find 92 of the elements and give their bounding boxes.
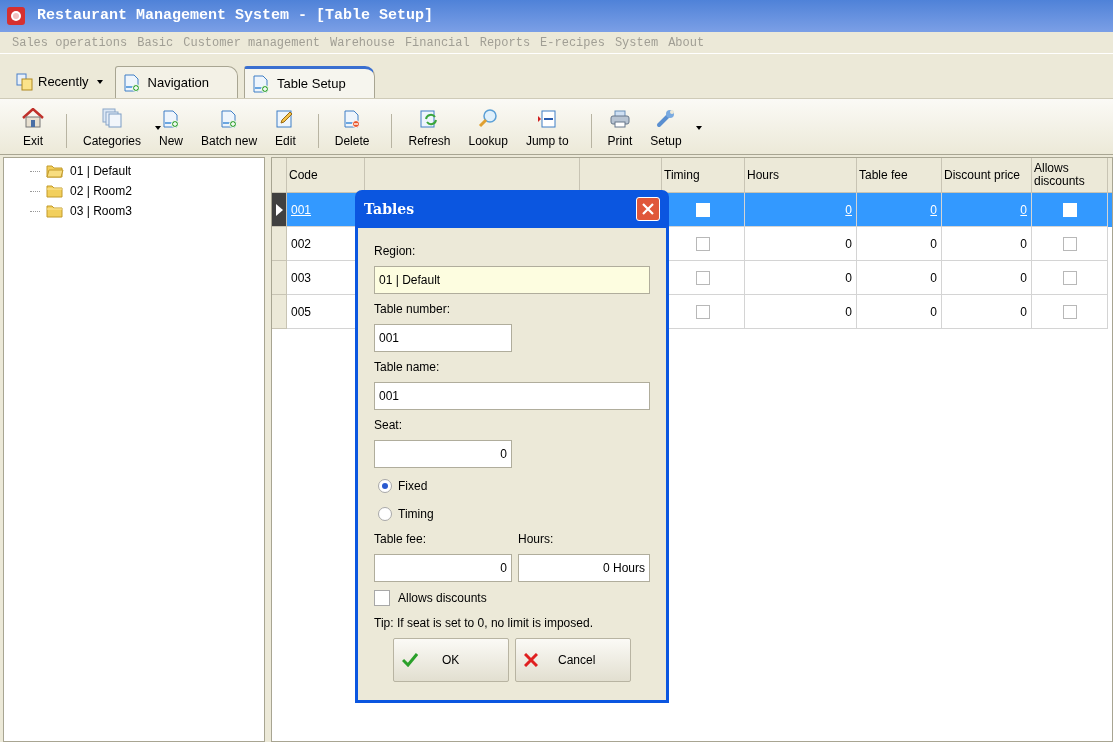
recently-button[interactable]: Recently — [16, 68, 103, 96]
row-pointer-icon — [275, 203, 283, 216]
toolbar-button[interactable]: Refresh — [402, 110, 457, 150]
tree-item[interactable]: 03 | Room3 — [30, 202, 264, 220]
field-label: Table number: — [374, 301, 452, 318]
table-cell-text: 0 — [930, 201, 937, 219]
tree-item[interactable]: 01 | Default — [30, 162, 264, 180]
checkbox[interactable] — [1062, 236, 1077, 251]
checkbox[interactable] — [696, 304, 710, 319]
toolbar-button[interactable]: Print — [601, 110, 639, 150]
close-button[interactable] — [636, 197, 660, 221]
document-icon — [163, 110, 180, 128]
table-cell-text: 003 — [291, 269, 312, 287]
checkbox[interactable] — [1062, 270, 1077, 285]
close-icon — [524, 653, 538, 667]
field-label: Table name: — [374, 359, 441, 376]
table-cell-text: 0 — [1020, 303, 1027, 321]
input-field[interactable]: 001 — [374, 324, 512, 352]
document-icon — [123, 73, 140, 92]
table-cell-text: 0 — [930, 235, 937, 253]
printer-icon — [609, 110, 630, 128]
input-field[interactable]: 0 — [374, 440, 512, 468]
window-title: Restaurant Management System - [Table Setup] — [37, 5, 434, 26]
table-cell-text: 0 — [845, 303, 852, 321]
document-icon — [253, 74, 269, 93]
folder-icon — [46, 204, 64, 218]
table-cell-text: 0 — [845, 201, 852, 219]
region-field[interactable]: 01 | Default — [374, 266, 650, 294]
toolbar-button[interactable]: Setup — [644, 108, 688, 150]
radio-button[interactable] — [378, 507, 392, 521]
toolbar-button[interactable]: Edit — [269, 110, 302, 150]
document-icon — [344, 110, 361, 128]
radio-label: Fixed — [398, 478, 428, 495]
open-folder-icon — [46, 164, 64, 178]
field-label: Region: — [374, 243, 417, 260]
dialog-title: Tables — [364, 199, 415, 219]
table-cell-text: 005 — [291, 303, 312, 321]
field-label: Table fee: — [374, 531, 428, 548]
table-cell-text: 0 — [845, 269, 852, 287]
tip-text: Tip: If seat is set to 0, no limit is imposed. — [374, 615, 594, 632]
table-cell-text: 002 — [291, 235, 312, 253]
checkbox-label: Allows discounts — [398, 590, 487, 607]
toolbar-button[interactable]: Jump to — [519, 110, 575, 150]
field-label: Seat: — [374, 417, 404, 434]
search-icon — [478, 108, 499, 128]
column-header: Code — [289, 168, 318, 182]
toolbar-button[interactable]: New — [153, 110, 190, 150]
table-cell-text: 0 — [1020, 235, 1027, 253]
column-header: Hours — [747, 168, 779, 182]
field-label: Hours: — [518, 531, 555, 548]
table-cell-text: 0 — [930, 303, 937, 321]
table-cell-text: 0 — [1020, 201, 1027, 219]
table-cell-text: 0 — [1020, 269, 1027, 287]
table-cell-text: 0 — [845, 235, 852, 253]
checkbox[interactable] — [696, 270, 710, 285]
wrench-icon — [655, 108, 676, 128]
column-header: Discount price — [944, 168, 1021, 182]
toolbar-button[interactable]: Categories — [77, 108, 148, 150]
ok-button[interactable]: OK — [393, 638, 509, 682]
input-field[interactable]: 0 Hours — [518, 554, 650, 582]
toolbar-button[interactable]: Delete — [328, 110, 376, 150]
tab[interactable]: Table Setup — [244, 66, 375, 98]
toolbar-button[interactable]: Lookup — [462, 108, 514, 150]
input-field[interactable]: 0 — [374, 554, 512, 582]
refresh-document-icon — [420, 110, 439, 128]
caret-icon — [96, 80, 103, 84]
toolbar-button[interactable]: Exit — [16, 108, 50, 150]
checkbox[interactable] — [1062, 304, 1077, 319]
radio-label: Timing — [398, 506, 434, 523]
radio-button[interactable] — [378, 479, 392, 493]
table-cell-text: 001 — [291, 201, 312, 219]
column-header: Table fee — [859, 168, 908, 182]
input-field[interactable]: 001 — [374, 382, 650, 410]
close-icon — [642, 203, 654, 215]
folder-icon — [46, 184, 64, 198]
toolbar-button[interactable]: Batch new — [195, 110, 264, 150]
column-header: Allows discounts — [1034, 162, 1086, 188]
tab[interactable]: Navigation — [114, 66, 238, 98]
tree-item[interactable]: 02 | Room2 — [30, 182, 264, 200]
pencil-document-icon — [276, 110, 295, 128]
document-icon — [221, 110, 238, 128]
table-cell-text: 0 — [930, 269, 937, 287]
copy-documents-icon — [16, 73, 34, 91]
checkbox[interactable] — [696, 236, 710, 251]
checkbox[interactable] — [374, 590, 390, 606]
page-arrow-icon — [537, 110, 558, 128]
stacked-pages-icon — [102, 108, 122, 128]
house-icon — [22, 108, 44, 128]
cancel-button[interactable]: Cancel — [515, 638, 631, 682]
checkmark-icon — [402, 653, 418, 667]
column-header: Timing — [664, 168, 700, 182]
plate-icon — [7, 7, 25, 25]
